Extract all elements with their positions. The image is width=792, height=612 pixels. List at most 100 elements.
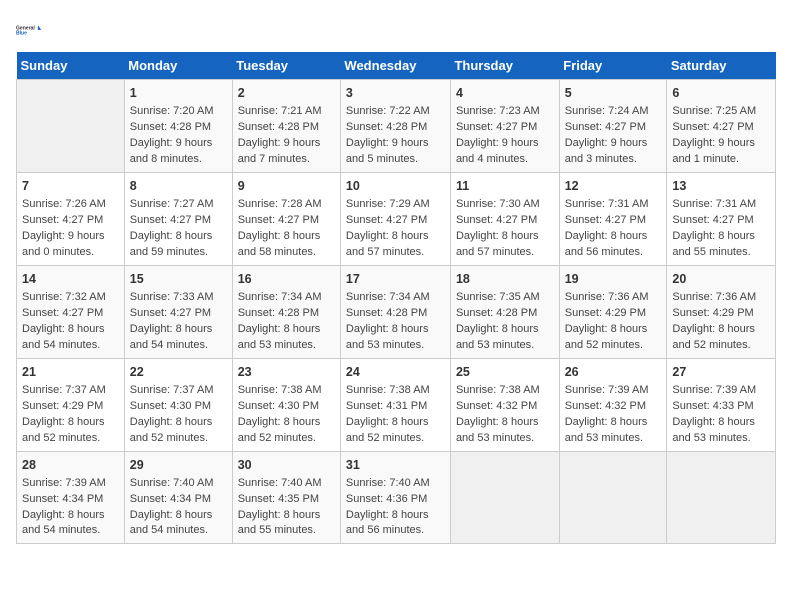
day-info: Sunrise: 7:22 AM Sunset: 4:28 PM Dayligh… <box>346 104 445 168</box>
calendar-cell: 15 Sunrise: 7:33 AM Sunset: 4:27 PM Dayli… <box>124 265 232 358</box>
calendar-cell: 12 Sunrise: 7:31 AM Sunset: 4:27 PM Dayli… <box>559 172 667 265</box>
logo-icon: GeneralBlue <box>16 16 44 44</box>
calendar-table: SundayMondayTuesdayWednesdayThursdayFrid… <box>16 52 776 544</box>
calendar-cell: 22 Sunrise: 7:37 AM Sunset: 4:30 PM Dayli… <box>124 358 232 451</box>
calendar-cell: 9 Sunrise: 7:28 AM Sunset: 4:27 PM Daylig… <box>232 172 340 265</box>
day-info: Sunrise: 7:34 AM Sunset: 4:28 PM Dayligh… <box>346 290 445 354</box>
day-info: Sunrise: 7:40 AM Sunset: 4:36 PM Dayligh… <box>346 476 445 540</box>
calendar-cell: 30 Sunrise: 7:40 AM Sunset: 4:35 PM Dayli… <box>232 451 340 544</box>
weekday-header-friday: Friday <box>559 52 667 80</box>
day-number: 10 <box>346 177 445 195</box>
calendar-cell <box>559 451 667 544</box>
calendar-cell: 21Sunrise: 7:37 AM Sunset: 4:29 PM Dayli… <box>17 358 125 451</box>
day-info: Sunrise: 7:39 AM Sunset: 4:34 PM Dayligh… <box>22 476 119 540</box>
day-info: Sunrise: 7:29 AM Sunset: 4:27 PM Dayligh… <box>346 197 445 261</box>
day-number: 23 <box>238 363 335 381</box>
day-info: Sunrise: 7:38 AM Sunset: 4:31 PM Dayligh… <box>346 383 445 447</box>
calendar-cell: 31Sunrise: 7:40 AM Sunset: 4:36 PM Dayli… <box>340 451 450 544</box>
day-info: Sunrise: 7:28 AM Sunset: 4:27 PM Dayligh… <box>238 197 335 261</box>
day-number: 4 <box>456 84 554 102</box>
day-number: 8 <box>130 177 227 195</box>
day-number: 27 <box>672 363 770 381</box>
day-info: Sunrise: 7:35 AM Sunset: 4:28 PM Dayligh… <box>456 290 554 354</box>
day-number: 29 <box>130 456 227 474</box>
calendar-cell: 20Sunrise: 7:36 AM Sunset: 4:29 PM Dayli… <box>667 265 776 358</box>
day-number: 14 <box>22 270 119 288</box>
calendar-cell: 29 Sunrise: 7:40 AM Sunset: 4:34 PM Dayli… <box>124 451 232 544</box>
weekday-header-wednesday: Wednesday <box>340 52 450 80</box>
calendar-cell: 13 Sunrise: 7:31 AM Sunset: 4:27 PM Dayli… <box>667 172 776 265</box>
day-info: Sunrise: 7:30 AM Sunset: 4:27 PM Dayligh… <box>456 197 554 261</box>
day-info: Sunrise: 7:40 AM Sunset: 4:34 PM Dayligh… <box>130 476 227 540</box>
calendar-cell: 28Sunrise: 7:39 AM Sunset: 4:34 PM Dayli… <box>17 451 125 544</box>
day-number: 26 <box>565 363 662 381</box>
svg-text:Blue: Blue <box>16 30 27 36</box>
day-info: Sunrise: 7:38 AM Sunset: 4:32 PM Dayligh… <box>456 383 554 447</box>
day-number: 1 <box>130 84 227 102</box>
day-number: 12 <box>565 177 662 195</box>
weekday-header-sunday: Sunday <box>17 52 125 80</box>
calendar-cell: 2 Sunrise: 7:21 AM Sunset: 4:28 PM Daylig… <box>232 80 340 173</box>
calendar-cell: 24 Sunrise: 7:38 AM Sunset: 4:31 PM Dayli… <box>340 358 450 451</box>
calendar-cell: 7Sunrise: 7:26 AM Sunset: 4:27 PM Daylig… <box>17 172 125 265</box>
calendar-cell <box>667 451 776 544</box>
weekday-header-row: SundayMondayTuesdayWednesdayThursdayFrid… <box>17 52 776 80</box>
calendar-week-row: 14 Sunrise: 7:32 AM Sunset: 4:27 PM Dayli… <box>17 265 776 358</box>
weekday-header-monday: Monday <box>124 52 232 80</box>
day-number: 13 <box>672 177 770 195</box>
day-number: 5 <box>565 84 662 102</box>
day-number: 24 <box>346 363 445 381</box>
calendar-cell: 27 Sunrise: 7:39 AM Sunset: 4:33 PM Dayli… <box>667 358 776 451</box>
day-info: Sunrise: 7:31 AM Sunset: 4:27 PM Dayligh… <box>672 197 770 261</box>
day-info: Sunrise: 7:37 AM Sunset: 4:30 PM Dayligh… <box>130 383 227 447</box>
calendar-week-row: 1 Sunrise: 7:20 AM Sunset: 4:28 PM Daylig… <box>17 80 776 173</box>
calendar-cell: 11Sunrise: 7:30 AM Sunset: 4:27 PM Dayli… <box>450 172 559 265</box>
day-info: Sunrise: 7:27 AM Sunset: 4:27 PM Dayligh… <box>130 197 227 261</box>
day-info: Sunrise: 7:25 AM Sunset: 4:27 PM Dayligh… <box>672 104 770 168</box>
day-number: 22 <box>130 363 227 381</box>
calendar-cell: 8 Sunrise: 7:27 AM Sunset: 4:27 PM Daylig… <box>124 172 232 265</box>
day-number: 19 <box>565 270 662 288</box>
calendar-week-row: 28Sunrise: 7:39 AM Sunset: 4:34 PM Dayli… <box>17 451 776 544</box>
calendar-cell: 4 Sunrise: 7:23 AM Sunset: 4:27 PM Daylig… <box>450 80 559 173</box>
day-number: 20 <box>672 270 770 288</box>
day-info: Sunrise: 7:31 AM Sunset: 4:27 PM Dayligh… <box>565 197 662 261</box>
calendar-cell <box>450 451 559 544</box>
calendar-cell <box>17 80 125 173</box>
day-info: Sunrise: 7:24 AM Sunset: 4:27 PM Dayligh… <box>565 104 662 168</box>
day-number: 15 <box>130 270 227 288</box>
day-info: Sunrise: 7:33 AM Sunset: 4:27 PM Dayligh… <box>130 290 227 354</box>
day-number: 16 <box>238 270 335 288</box>
day-info: Sunrise: 7:40 AM Sunset: 4:35 PM Dayligh… <box>238 476 335 540</box>
calendar-cell: 23Sunrise: 7:38 AM Sunset: 4:30 PM Dayli… <box>232 358 340 451</box>
day-info: Sunrise: 7:32 AM Sunset: 4:27 PM Dayligh… <box>22 290 119 354</box>
weekday-header-saturday: Saturday <box>667 52 776 80</box>
weekday-header-tuesday: Tuesday <box>232 52 340 80</box>
calendar-cell: 5 Sunrise: 7:24 AM Sunset: 4:27 PM Daylig… <box>559 80 667 173</box>
calendar-cell: 19 Sunrise: 7:36 AM Sunset: 4:29 PM Dayli… <box>559 265 667 358</box>
day-info: Sunrise: 7:39 AM Sunset: 4:33 PM Dayligh… <box>672 383 770 447</box>
day-number: 6 <box>672 84 770 102</box>
day-number: 3 <box>346 84 445 102</box>
calendar-week-row: 21Sunrise: 7:37 AM Sunset: 4:29 PM Dayli… <box>17 358 776 451</box>
day-number: 9 <box>238 177 335 195</box>
day-info: Sunrise: 7:20 AM Sunset: 4:28 PM Dayligh… <box>130 104 227 168</box>
day-number: 21 <box>22 363 119 381</box>
day-info: Sunrise: 7:23 AM Sunset: 4:27 PM Dayligh… <box>456 104 554 168</box>
day-number: 7 <box>22 177 119 195</box>
logo: GeneralBlue <box>16 16 44 44</box>
day-number: 30 <box>238 456 335 474</box>
day-info: Sunrise: 7:21 AM Sunset: 4:28 PM Dayligh… <box>238 104 335 168</box>
calendar-cell: 25 Sunrise: 7:38 AM Sunset: 4:32 PM Dayli… <box>450 358 559 451</box>
calendar-cell: 17 Sunrise: 7:34 AM Sunset: 4:28 PM Dayli… <box>340 265 450 358</box>
calendar-week-row: 7Sunrise: 7:26 AM Sunset: 4:27 PM Daylig… <box>17 172 776 265</box>
calendar-cell: 18Sunrise: 7:35 AM Sunset: 4:28 PM Dayli… <box>450 265 559 358</box>
calendar-cell: 1 Sunrise: 7:20 AM Sunset: 4:28 PM Daylig… <box>124 80 232 173</box>
calendar-cell: 26Sunrise: 7:39 AM Sunset: 4:32 PM Dayli… <box>559 358 667 451</box>
day-number: 17 <box>346 270 445 288</box>
calendar-cell: 10 Sunrise: 7:29 AM Sunset: 4:27 PM Dayli… <box>340 172 450 265</box>
calendar-cell: 16Sunrise: 7:34 AM Sunset: 4:28 PM Dayli… <box>232 265 340 358</box>
day-info: Sunrise: 7:36 AM Sunset: 4:29 PM Dayligh… <box>565 290 662 354</box>
day-number: 25 <box>456 363 554 381</box>
day-number: 2 <box>238 84 335 102</box>
